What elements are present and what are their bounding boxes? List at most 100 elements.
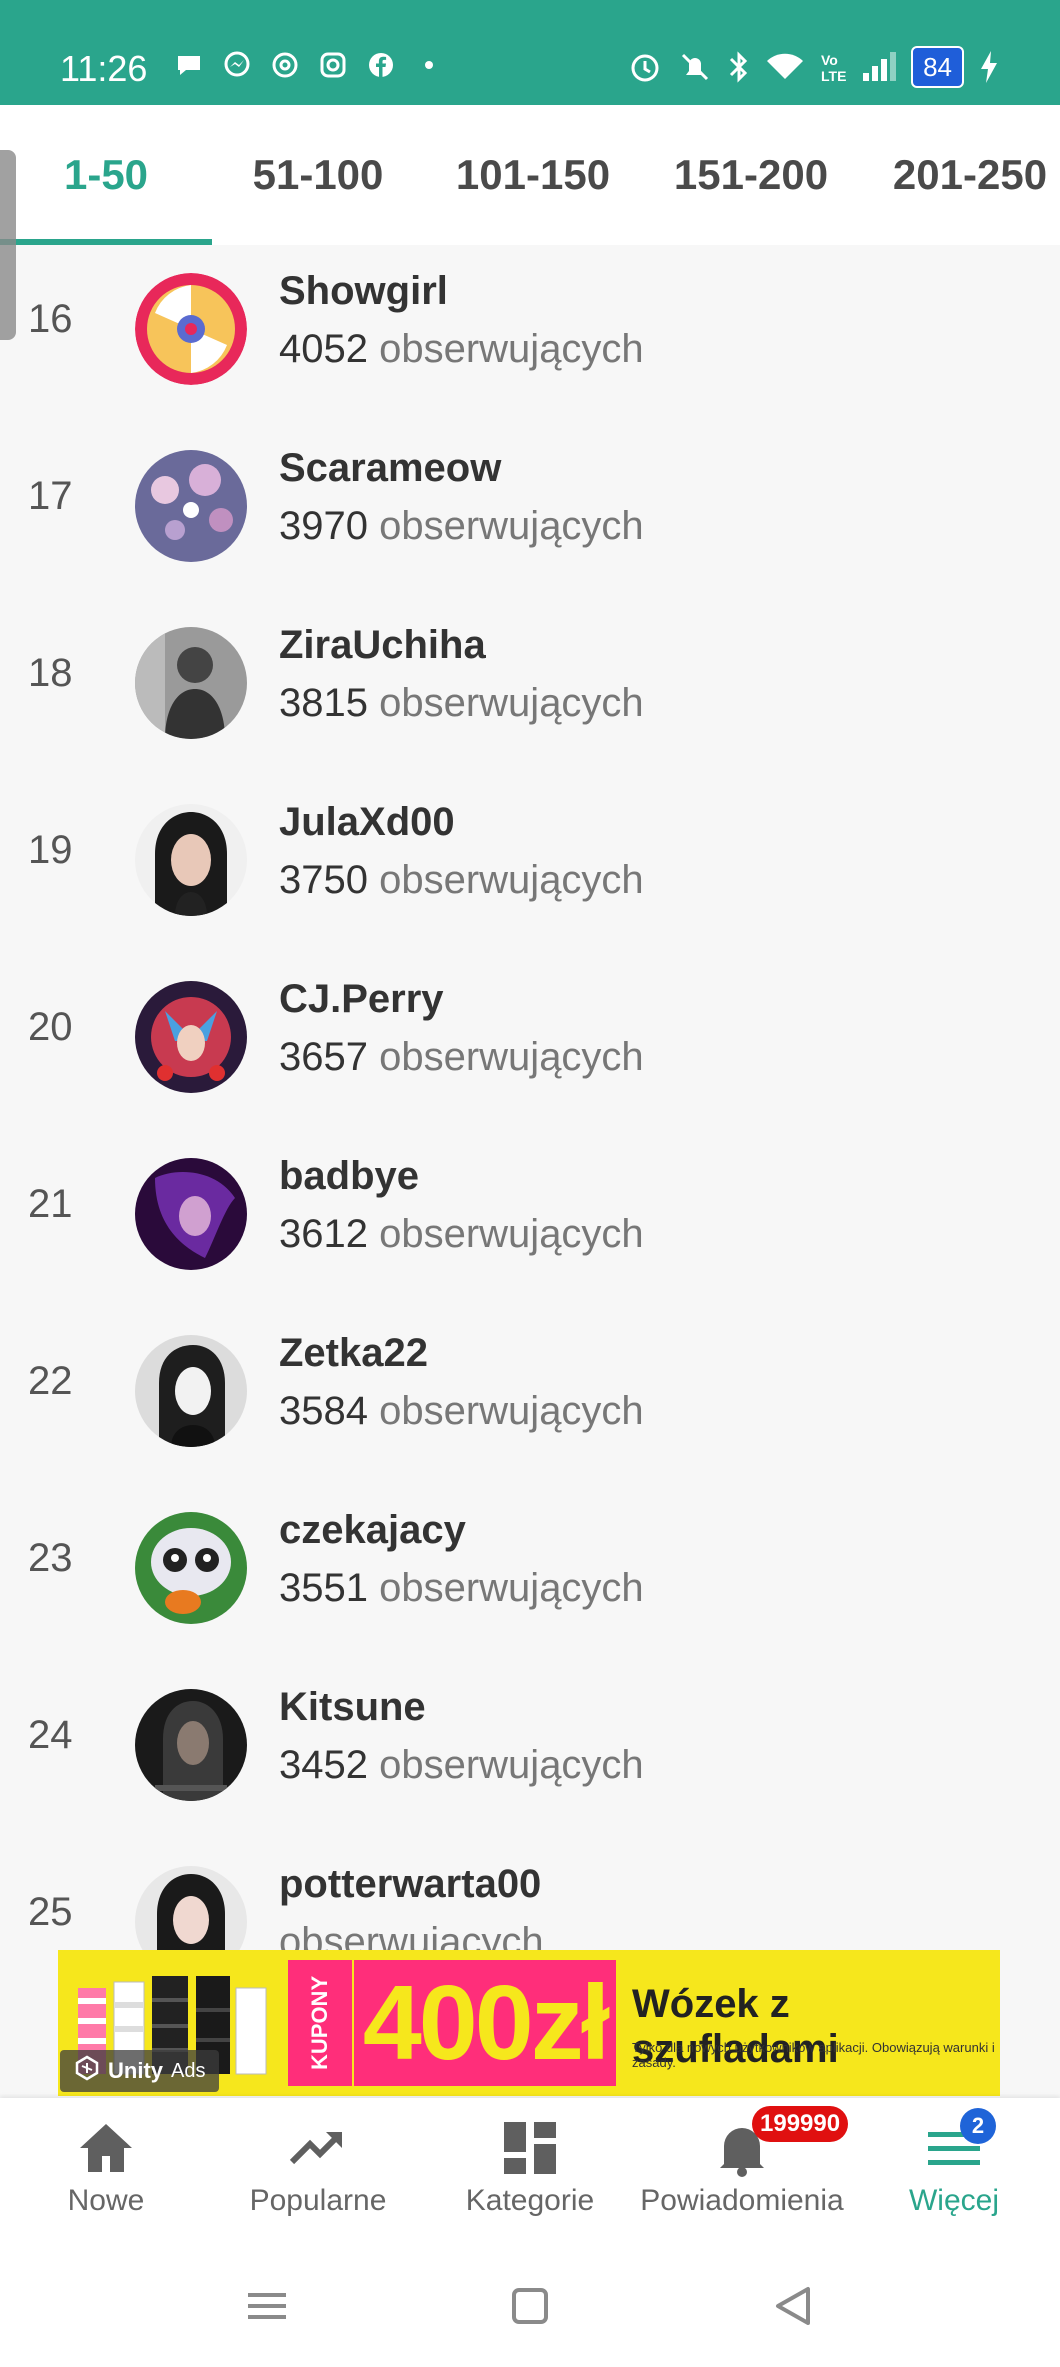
follower-count: 3452 obserwujących <box>279 1743 644 1788</box>
volte-icon: Vo LTE <box>819 48 847 86</box>
tab-1-50[interactable]: 1-50 <box>0 105 212 245</box>
bottom-navigation: Nowe Popularne Kategorie Powiadomienia W… <box>0 2098 1060 2245</box>
back-icon[interactable] <box>770 2283 816 2329</box>
rank-number: 22 <box>28 1359 73 1403</box>
follower-suffix: obserwujących <box>279 1920 544 1950</box>
follower-number: 3584 <box>279 1389 368 1433</box>
range-tabs: 1-50 51-100 101-150 151-200 201-250 <box>0 105 1060 245</box>
at-sign-icon <box>268 48 302 82</box>
bluetooth-icon <box>727 48 751 86</box>
list-item[interactable]: 22 Zetka22 3584 obserwujących <box>0 1307 1060 1484</box>
follower-suffix: obserwujących <box>379 504 644 548</box>
rank-number: 16 <box>28 297 73 341</box>
avatar <box>135 450 247 562</box>
nav-wiecej[interactable]: Więcej <box>848 2098 1060 2245</box>
ad-banner[interactable]: KUPONY 400zł Wózek z szufladami Tylko dl… <box>58 1950 1000 2096</box>
follower-number: 3551 <box>279 1566 368 1610</box>
dot-icon <box>412 48 446 82</box>
avatar <box>135 1335 247 1447</box>
more-badge: 2 <box>960 2108 996 2144</box>
follower-suffix: obserwujących <box>379 1743 644 1787</box>
alarm-icon <box>627 48 663 86</box>
wifi-icon <box>765 48 805 86</box>
unity-label: Unity <box>108 2058 163 2083</box>
nav-nowe[interactable]: Nowe <box>0 2098 212 2245</box>
follower-suffix: obserwujących <box>379 1212 644 1256</box>
nav-label: Kategorie <box>465 2184 595 2217</box>
list-item[interactable]: 20 CJ.Perry 3657 obserwujących <box>0 953 1060 1130</box>
username: potterwarta00 <box>279 1862 542 1906</box>
list-item[interactable]: 17 Scarameow 3970 obserwujących <box>0 422 1060 599</box>
follower-suffix: obserwujących <box>379 858 644 902</box>
follower-count: obserwujących <box>279 1920 544 1950</box>
instagram-icon <box>316 48 350 82</box>
list-item[interactable]: 21 badbye 3612 obserwujących <box>0 1130 1060 1307</box>
follower-number: 3612 <box>279 1212 368 1256</box>
battery-icon: 84 <box>911 46 964 88</box>
ads-label: Ads <box>171 2059 206 2082</box>
svg-text:LTE: LTE <box>821 68 846 84</box>
username: CJ.Perry <box>279 977 444 1021</box>
avatar <box>135 1512 247 1624</box>
list-item[interactable]: 25 potterwarta00 obserwujących <box>0 1838 1060 1950</box>
follower-count: 3815 obserwujących <box>279 681 644 726</box>
ranking-list: 16 Showgirl 4052 obserwujących 17 Scaram… <box>0 245 1060 1950</box>
messenger-icon <box>220 48 254 82</box>
tab-151-200[interactable]: 151-200 <box>642 105 860 245</box>
unity-ads-badge[interactable]: Unity Ads <box>60 2050 220 2092</box>
follower-suffix: obserwujących <box>379 327 644 371</box>
follower-count: 3551 obserwujących <box>279 1566 644 1611</box>
list-item[interactable]: 19 JulaXd00 3750 obserwujących <box>0 776 1060 953</box>
grid-icon <box>500 2118 560 2178</box>
list-item[interactable]: 16 Showgirl 4052 obserwujących <box>0 245 1060 422</box>
rank-number: 21 <box>28 1182 73 1226</box>
notification-icons <box>172 48 446 82</box>
status-bar: 11:26 Vo LTE 84 <box>0 0 1060 105</box>
unity-logo-icon <box>74 2055 100 2087</box>
username: badbye <box>279 1154 420 1198</box>
avatar <box>135 273 247 385</box>
svg-text:Vo: Vo <box>821 52 838 68</box>
list-item[interactable]: 18 ZiraUchiha 3815 obserwujących <box>0 599 1060 776</box>
nav-popularne[interactable]: Popularne <box>212 2098 424 2245</box>
avatar <box>135 804 247 916</box>
rank-number: 23 <box>28 1536 73 1580</box>
nav-kategorie[interactable]: Kategorie <box>424 2098 636 2245</box>
avatar <box>135 1158 247 1270</box>
nav-label: Więcej <box>908 2184 999 2217</box>
username: JulaXd00 <box>279 800 455 844</box>
follower-count: 4052 obserwujących <box>279 327 644 372</box>
avatar <box>135 981 247 1093</box>
signal-icon <box>861 48 897 86</box>
list-item[interactable]: 24 Kitsune 3452 obserwujących <box>0 1661 1060 1838</box>
follower-number: 3815 <box>279 681 368 725</box>
mute-icon <box>677 48 713 86</box>
system-navigation-bar <box>0 2245 1060 2367</box>
tab-201-250[interactable]: 201-250 <box>860 105 1060 245</box>
tab-101-150[interactable]: 101-150 <box>424 105 642 245</box>
nav-label: Nowe <box>67 2184 145 2217</box>
follower-suffix: obserwujących <box>379 1566 644 1610</box>
follower-count: 3612 obserwujących <box>279 1212 644 1257</box>
ad-amount: 400zł <box>354 1960 616 2086</box>
rank-number: 17 <box>28 474 73 518</box>
recents-icon[interactable] <box>244 2283 290 2329</box>
charging-icon <box>978 48 1000 86</box>
chat-bubble-icon <box>172 48 206 82</box>
rank-number: 19 <box>28 828 73 872</box>
list-item[interactable]: 23 czekajacy 3551 obserwujących <box>0 1484 1060 1661</box>
system-icons: Vo LTE 84 <box>627 46 1000 88</box>
facebook-icon <box>364 48 398 82</box>
tab-51-100[interactable]: 51-100 <box>212 105 424 245</box>
username: czekajacy <box>279 1508 466 1552</box>
home-button-icon[interactable] <box>507 2283 553 2329</box>
follower-count: 3970 obserwujących <box>279 504 644 549</box>
avatar <box>135 1689 247 1801</box>
trending-icon <box>288 2118 348 2178</box>
nav-label: Popularne <box>249 2184 387 2217</box>
follower-count: 3584 obserwujących <box>279 1389 644 1434</box>
follower-number: 3452 <box>279 1743 368 1787</box>
rank-number: 24 <box>28 1713 73 1757</box>
status-time: 11:26 <box>60 48 148 89</box>
username: Zetka22 <box>279 1331 428 1375</box>
